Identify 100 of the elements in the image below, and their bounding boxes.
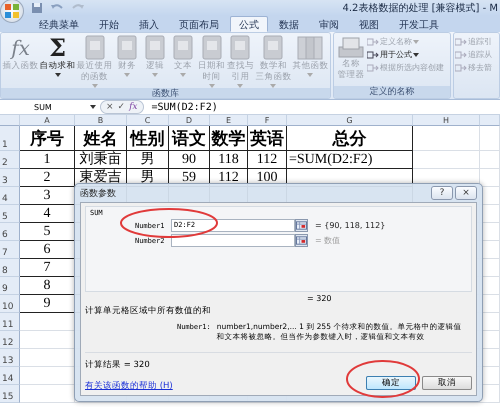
- arrow-icon: [455, 62, 467, 72]
- row-header[interactable]: 12: [0, 331, 20, 349]
- dialog-button[interactable]: 取消: [422, 376, 472, 390]
- button-label: 其他函数: [292, 61, 328, 72]
- argument-value: = 数值: [315, 235, 340, 246]
- row-header[interactable]: 8: [0, 259, 20, 277]
- caret-icon: [90, 105, 96, 109]
- table-cell: 性别: [127, 126, 169, 151]
- button-label: 财务: [118, 61, 136, 72]
- ribbon-tab[interactable]: 视图: [350, 16, 388, 32]
- ribbon-tab[interactable]: 数据: [270, 16, 308, 32]
- column-header[interactable]: B: [75, 115, 127, 126]
- row-header[interactable]: 15: [0, 385, 20, 403]
- table-cell: [480, 126, 500, 151]
- formula-button[interactable]: ✓: [116, 102, 128, 112]
- row-header[interactable]: 4: [0, 187, 20, 205]
- table-cell: 序号: [20, 126, 75, 151]
- name-box[interactable]: SUM: [0, 102, 100, 112]
- column-header[interactable]: [480, 115, 500, 126]
- help-link[interactable]: 有关该函数的帮助 (H): [85, 380, 173, 392]
- table-cell: [480, 151, 500, 169]
- formula-button[interactable]: ×: [104, 102, 116, 112]
- range-select-button[interactable]: [295, 219, 308, 232]
- table-cell: [413, 126, 480, 151]
- button-label: 名称 管理器: [338, 59, 364, 81]
- table-cell: 数学: [210, 126, 248, 151]
- row-header[interactable]: 14: [0, 367, 20, 385]
- calculation-result: 计算结果 = 320: [85, 359, 151, 371]
- function-icon: Σ: [49, 35, 66, 61]
- book-icon: [229, 35, 252, 61]
- column-header[interactable]: C: [127, 115, 169, 126]
- row-header[interactable]: 11: [0, 313, 20, 331]
- button-label: 数学和 三角函数: [255, 61, 292, 83]
- ribbon-tab[interactable]: 公式: [230, 16, 268, 32]
- argument-value: = {90, 118, 112}: [315, 221, 386, 230]
- button-label: 日期和 时间: [198, 61, 226, 83]
- range-select-button[interactable]: [295, 234, 308, 247]
- row-header[interactable]: 9: [0, 277, 20, 295]
- book-icon: [262, 35, 284, 61]
- button-label: 查找与 引用: [226, 61, 254, 83]
- table-cell: =SUM(D2:F2): [287, 151, 413, 169]
- arrow-icon: [367, 36, 379, 46]
- formula-button[interactable]: fx: [127, 102, 140, 112]
- book-icon: [200, 35, 223, 61]
- select-all-corner[interactable]: [0, 115, 20, 126]
- arrow-icon: [455, 50, 467, 60]
- argument-field[interactable]: [171, 234, 295, 247]
- ribbon-tab[interactable]: 审阅: [310, 16, 348, 32]
- column-header[interactable]: E: [210, 115, 248, 126]
- row-header[interactable]: 13: [0, 349, 20, 367]
- function-description: 计算单元格区域中所有数值的和: [85, 305, 212, 317]
- range-icon: [296, 221, 307, 230]
- ribbon-tab[interactable]: 页面布局: [170, 16, 228, 32]
- close-button[interactable]: ×: [455, 186, 477, 200]
- column-header[interactable]: F: [248, 115, 287, 126]
- button-label: 最近使用 的函数: [76, 61, 113, 83]
- table-cell: 1: [20, 151, 75, 169]
- app-menu-button[interactable]: [0, 0, 24, 22]
- ribbon-button[interactable]: Σ 自动求和: [39, 35, 76, 77]
- row-header[interactable]: 2: [0, 151, 20, 169]
- row-header[interactable]: 1: [0, 126, 20, 151]
- ribbon-tab[interactable]: 经典菜单: [30, 16, 88, 32]
- table-cell: 总分: [287, 126, 413, 151]
- table-cell: 姓名: [75, 126, 127, 151]
- table-cell: 2: [20, 169, 75, 187]
- book-icon: [84, 35, 106, 61]
- column-header[interactable]: G: [287, 115, 413, 126]
- table-cell: 112: [248, 151, 287, 169]
- arrow-icon: [367, 50, 379, 60]
- ribbon-tab[interactable]: 开发工具: [390, 16, 448, 32]
- range-icon: [296, 236, 307, 245]
- ribbon-button[interactable]: 用于公式: [367, 49, 444, 60]
- group-label: 函数库: [1, 88, 330, 98]
- row-header[interactable]: 10: [0, 295, 20, 313]
- window-title: 4.2表格数据的处理 [兼容模式] - M: [342, 2, 499, 14]
- squares-icon: [4, 2, 20, 18]
- column-header[interactable]: A: [20, 115, 75, 126]
- row-header[interactable]: 5: [0, 205, 20, 223]
- card-file-icon: [337, 35, 365, 59]
- formula-field[interactable]: =SUM(D2:F2): [152, 102, 218, 112]
- table-cell: 刘秉亩: [75, 151, 127, 169]
- button-label: 自动求和: [40, 61, 76, 72]
- row-header[interactable]: 3: [0, 169, 20, 187]
- ribbon-tab[interactable]: 开始: [90, 16, 128, 32]
- dialog-button[interactable]: 确定: [366, 376, 416, 390]
- table-cell: 118: [210, 151, 248, 169]
- column-header[interactable]: D: [169, 115, 210, 126]
- arrow-icon: [455, 36, 467, 46]
- book-icon: [172, 35, 194, 61]
- books-icon: [297, 35, 324, 61]
- row-header[interactable]: 7: [0, 241, 20, 259]
- table-cell: 语文: [169, 126, 210, 151]
- help-button[interactable]: ?: [431, 186, 453, 200]
- row-header[interactable]: 6: [0, 223, 20, 241]
- column-header[interactable]: H: [413, 115, 480, 126]
- table-cell: 英语: [248, 126, 287, 151]
- table-cell: 90: [169, 151, 210, 169]
- book-icon: [116, 35, 138, 61]
- save-icon[interactable]: [31, 2, 43, 14]
- ribbon-tab[interactable]: 插入: [130, 16, 168, 32]
